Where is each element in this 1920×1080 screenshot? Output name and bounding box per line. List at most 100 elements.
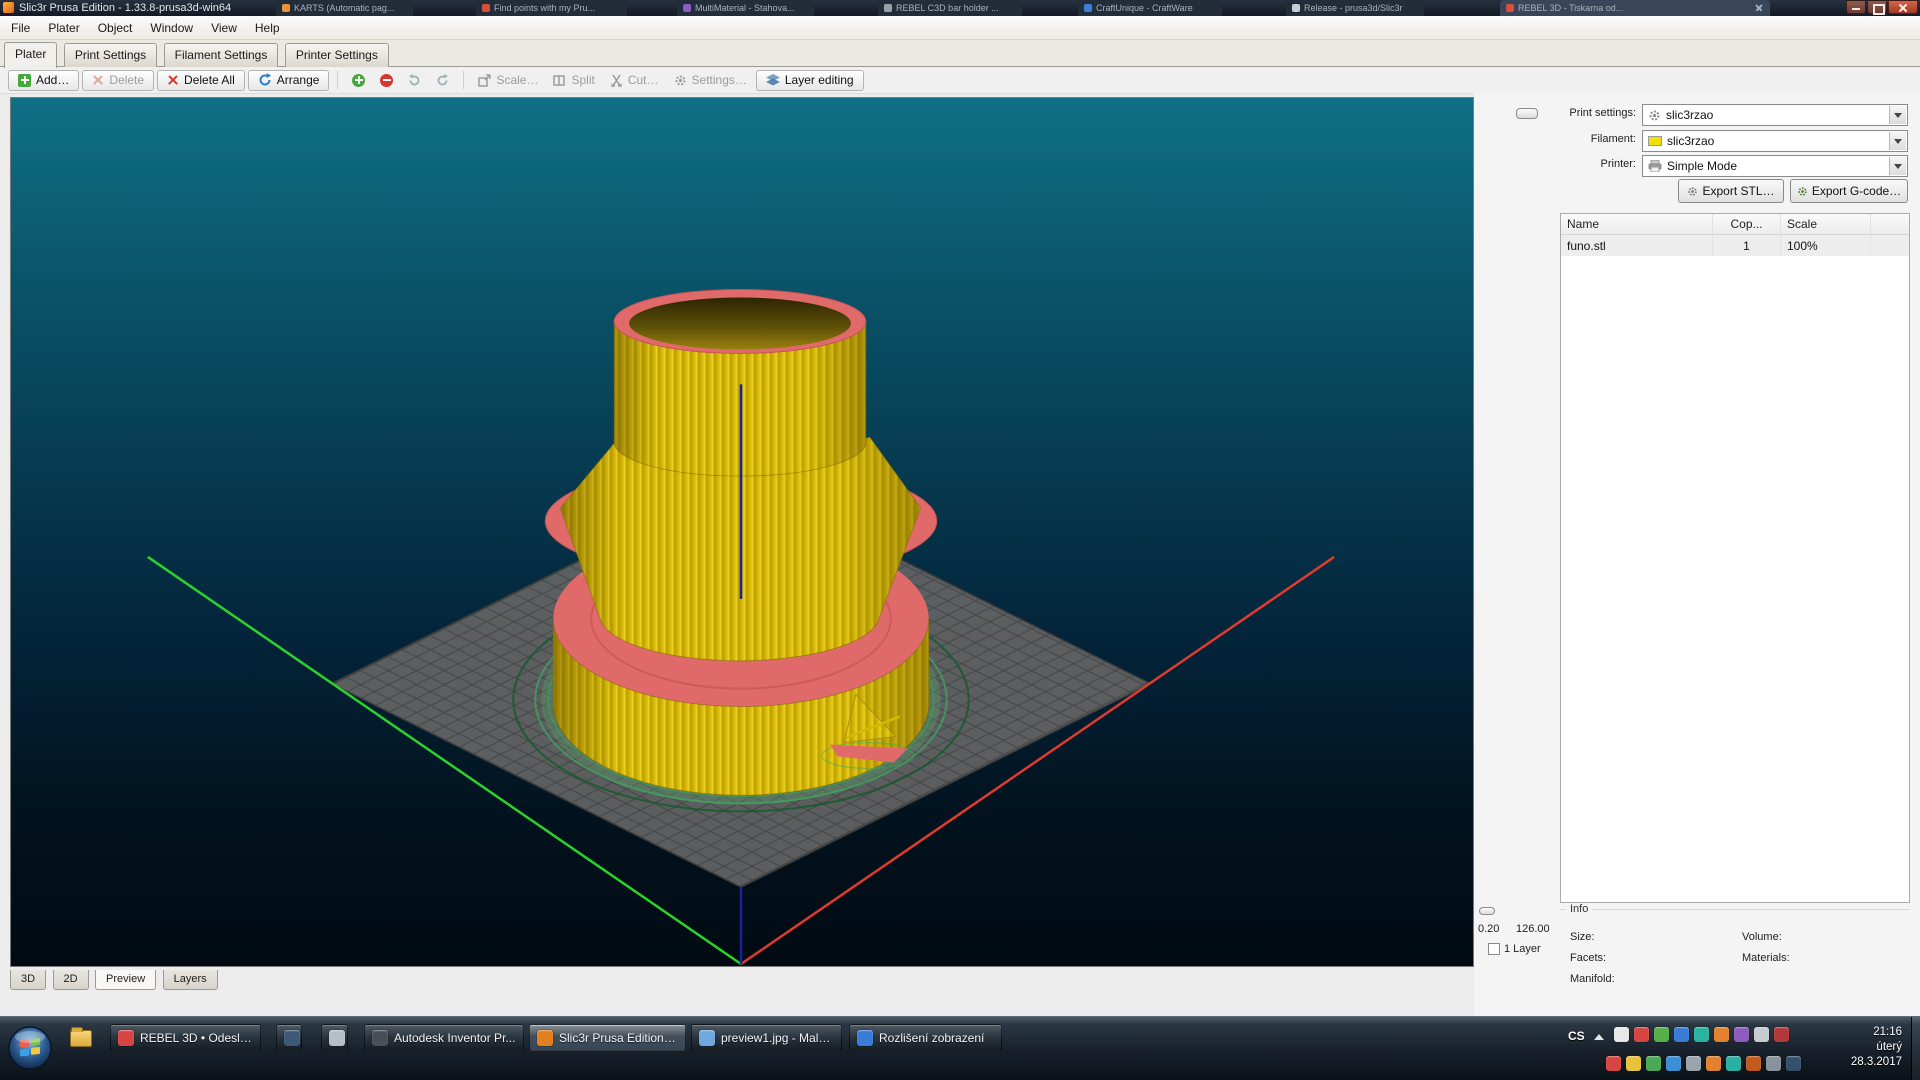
- tray-icon[interactable]: [1766, 1056, 1781, 1071]
- favicon: [482, 4, 490, 12]
- add-button[interactable]: Add…: [8, 70, 79, 91]
- tray-icon[interactable]: [1706, 1056, 1721, 1071]
- object-row[interactable]: funo.stl 1 100%: [1561, 235, 1909, 256]
- tray-icon[interactable]: [1746, 1056, 1761, 1071]
- slic3r-app-icon: [3, 2, 14, 13]
- tab-printer-settings[interactable]: Printer Settings: [285, 43, 389, 67]
- filament-select[interactable]: slic3rzao: [1642, 130, 1908, 152]
- column-name[interactable]: Name: [1561, 214, 1713, 234]
- tray-icon[interactable]: [1726, 1056, 1741, 1071]
- object-copies-cell[interactable]: 1: [1713, 235, 1781, 256]
- explorer-folder-icon[interactable]: [70, 1030, 92, 1047]
- dropdown-arrow-icon[interactable]: [1889, 132, 1906, 150]
- browser-tab[interactable]: Release - prusa3d/Slic3r: [1286, 0, 1424, 16]
- arrange-button[interactable]: Arrange: [248, 70, 330, 91]
- tray-icon[interactable]: [1786, 1056, 1801, 1071]
- tray-icon[interactable]: [1654, 1027, 1669, 1042]
- tray-icon[interactable]: [1606, 1056, 1621, 1071]
- tray-icon[interactable]: [1734, 1027, 1749, 1042]
- layer-editing-button[interactable]: Layer editing: [756, 70, 864, 91]
- tray-icon[interactable]: [1774, 1027, 1789, 1042]
- browser-tab[interactable]: KARTS (Automatic pag...: [276, 0, 413, 16]
- delete-button[interactable]: Delete: [82, 70, 154, 91]
- taskbar-app-inventor[interactable]: Autodesk Inventor Pr...: [364, 1024, 524, 1051]
- tray-icon[interactable]: [1686, 1056, 1701, 1071]
- tray-icon[interactable]: [1714, 1027, 1729, 1042]
- tab-plater[interactable]: Plater: [4, 42, 57, 68]
- menu-object[interactable]: Object: [89, 18, 142, 38]
- tray-icon[interactable]: [1614, 1027, 1629, 1042]
- start-button[interactable]: [6, 1024, 54, 1072]
- tray-icon[interactable]: [1754, 1027, 1769, 1042]
- taskbar-app-pinned-2[interactable]: [321, 1024, 348, 1051]
- menu-plater[interactable]: Plater: [39, 18, 88, 38]
- delete-all-button[interactable]: Delete All: [157, 70, 245, 91]
- info-facets-label: Facets:: [1570, 952, 1606, 964]
- object-list[interactable]: Name Cop... Scale funo.stl 1 100%: [1560, 213, 1910, 903]
- language-indicator[interactable]: CS: [1568, 1029, 1585, 1043]
- close-button[interactable]: [1888, 0, 1918, 14]
- taskbar-app-slic3r[interactable]: Slic3r Prusa Edition - ...: [529, 1024, 686, 1051]
- menu-view[interactable]: View: [202, 18, 246, 38]
- taskbar-app-display-settings[interactable]: Rozlišení zobrazení: [849, 1024, 1002, 1051]
- tab-3d[interactable]: 3D: [10, 970, 46, 990]
- taskbar-app-paint[interactable]: preview1.jpg - Malov...: [691, 1024, 842, 1051]
- browser-tab[interactable]: Find points with my Pru...: [476, 0, 627, 16]
- tray-icon[interactable]: [1666, 1056, 1681, 1071]
- menu-help[interactable]: Help: [246, 18, 289, 38]
- tab-2d[interactable]: 2D: [53, 970, 89, 990]
- browser-tab[interactable]: REBEL C3D bar holder ...: [878, 0, 1022, 16]
- tab-filament-settings[interactable]: Filament Settings: [164, 43, 279, 67]
- menu-file[interactable]: File: [2, 18, 39, 38]
- tray-icon[interactable]: [1646, 1056, 1661, 1071]
- print-settings-label: Print settings:: [1474, 107, 1636, 119]
- dropdown-arrow-icon[interactable]: [1889, 106, 1906, 124]
- browser-tab[interactable]: CraftUnique - CraftWare: [1078, 0, 1222, 16]
- taskbar-app-browser[interactable]: REBEL 3D • Odeslat o...: [110, 1024, 261, 1051]
- settings-button[interactable]: Settings…: [668, 70, 753, 91]
- one-layer-checkbox[interactable]: [1488, 943, 1500, 955]
- rotate-cw-button[interactable]: [430, 70, 455, 91]
- column-copies[interactable]: Cop...: [1713, 214, 1781, 234]
- preview-viewport[interactable]: [10, 97, 1474, 967]
- clock-date: 28.3.2017: [1851, 1055, 1902, 1070]
- export-stl-button[interactable]: Export STL…: [1678, 179, 1784, 203]
- taskbar-app-pinned-1[interactable]: [276, 1024, 302, 1051]
- minimize-button[interactable]: [1846, 0, 1866, 14]
- tab-layers[interactable]: Layers: [163, 970, 218, 990]
- tray-icon[interactable]: [1626, 1056, 1641, 1071]
- object-scale-cell[interactable]: 100%: [1781, 235, 1871, 256]
- tab-print-settings[interactable]: Print Settings: [64, 43, 157, 67]
- decrease-copies-button[interactable]: [374, 70, 399, 91]
- split-button[interactable]: Split: [547, 70, 600, 91]
- export-gcode-button[interactable]: Export G-code…: [1790, 179, 1908, 203]
- maximize-button[interactable]: [1867, 0, 1887, 14]
- clock-time: 21:16: [1851, 1025, 1902, 1040]
- screen: Slic3r Prusa Edition - 1.33.8-prusa3d-wi…: [0, 0, 1920, 1080]
- tray-icons-row-1: [1614, 1027, 1789, 1042]
- tray-expand-icon[interactable]: [1594, 1034, 1604, 1040]
- object-name-cell[interactable]: funo.stl: [1561, 235, 1713, 256]
- printer-select[interactable]: Simple Mode: [1642, 155, 1908, 177]
- tray-icons-row-2: [1606, 1056, 1801, 1071]
- tray-icon[interactable]: [1674, 1027, 1689, 1042]
- column-scale[interactable]: Scale: [1781, 214, 1871, 234]
- tray-icon[interactable]: [1634, 1027, 1649, 1042]
- dropdown-arrow-icon[interactable]: [1889, 157, 1906, 175]
- object-filler-cell: [1871, 235, 1909, 256]
- clock[interactable]: 21:16 úterý 28.3.2017: [1851, 1025, 1902, 1070]
- 3d-preview-canvas[interactable]: [11, 98, 1473, 966]
- print-settings-select[interactable]: slic3rzao: [1642, 104, 1908, 126]
- layer-slider-bottom-thumb[interactable]: [1479, 907, 1495, 915]
- tab-close-icon[interactable]: [1754, 3, 1764, 13]
- browser-tab[interactable]: MultiMaterial - Stahova...: [677, 0, 814, 16]
- increase-copies-button[interactable]: [346, 70, 371, 91]
- rotate-ccw-button[interactable]: [402, 70, 427, 91]
- browser-tab-active[interactable]: REBEL 3D - Tiskarna od...: [1500, 0, 1770, 16]
- show-desktop-button[interactable]: [1911, 1017, 1920, 1080]
- tab-preview[interactable]: Preview: [95, 970, 156, 990]
- menu-window[interactable]: Window: [141, 18, 202, 38]
- tray-icon[interactable]: [1694, 1027, 1709, 1042]
- scale-button[interactable]: Scale…: [472, 70, 544, 91]
- cut-button[interactable]: Cut…: [604, 70, 665, 91]
